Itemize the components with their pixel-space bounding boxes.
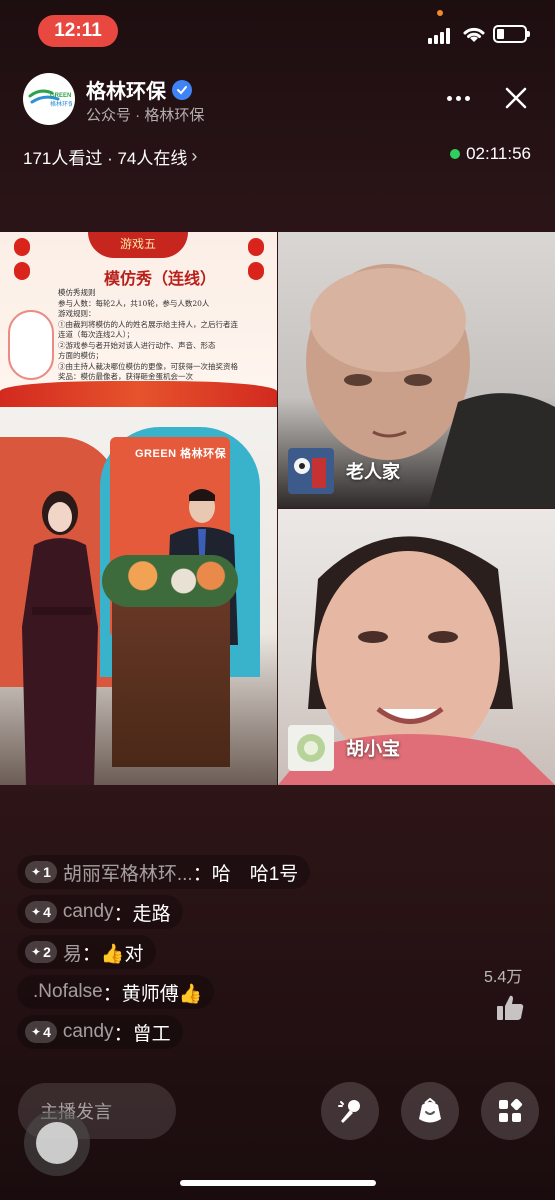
live-timer: 02:11:56 [450,144,531,164]
main-video-tile[interactable]: 游戏五 模仿秀（连线） 模仿秀规则 参与人数：每轮2人，共10轮，参与人数20人… [0,232,277,785]
comment-feed[interactable]: ✦ 1 胡丽军格林环...： 哈 哈1号 ✦ 4 candy： 走路 ✦ 2 易： 👍… [17,855,437,1055]
flower-arrangement [102,555,238,607]
battery-icon [493,25,530,43]
apps-icon [499,1098,523,1122]
channel-name: 格林环保 [86,81,166,103]
live-duration: 02:11:56 [466,144,531,163]
star-icon: ✦ [31,865,42,879]
participant-2-name: 胡小宝 [346,739,400,759]
more-options-button[interactable] [442,84,474,112]
user-level-badge: ✦ 4 [25,901,57,923]
status-time: 12:11 [38,15,118,47]
comment-text: 黄师傅👍 [121,983,203,1005]
wifi-icon [463,27,485,42]
live-status-dot [450,149,461,159]
live-header: GREEN 格林环保 格林环保 公众号 · 格林环保 [0,68,555,132]
microphone-icon [338,1100,360,1123]
star-icon: ✦ [31,905,42,919]
participant-tile-1[interactable]: 老人家 [278,232,555,508]
chevron-right-icon: › [191,146,198,166]
comment-item[interactable]: .Nofalse： 黄师傅👍 [17,975,215,1009]
comment-user[interactable]: .Nofalse [33,981,103,1003]
slide-wave-decoration [0,381,277,407]
stage-camera-feed: GREEN 格林环保 [0,407,277,785]
comment-item[interactable]: ✦ 2 易： 👍对 [17,935,156,969]
rabbit-illustration [8,310,54,380]
comment-item[interactable]: ✦ 4 candy： 走路 [17,895,183,929]
verified-badge-icon [172,79,192,100]
channel-logo[interactable]: GREEN 格林环保 [23,73,75,125]
logo-text: GREEN [50,93,71,99]
shared-slide: 游戏五 模仿秀（连线） 模仿秀规则 参与人数：每轮2人，共10轮，参与人数20人… [0,232,277,407]
user-level-badge: ✦ 1 [25,861,57,883]
cellular-signal-icon [428,26,454,44]
comment-text: 走路 [132,903,171,925]
comment-text: 哈 哈1号 [211,863,299,885]
participant-tile-2[interactable]: 胡小宝 [278,509,555,785]
viewer-stats-text: 171人看过 · 74人在线 [23,149,188,168]
microphone-button[interactable] [321,1082,379,1140]
star-icon: ✦ [31,945,42,959]
apps-button[interactable] [481,1082,539,1140]
home-indicator[interactable] [180,1180,376,1186]
user-level-badge: ✦ 2 [25,941,57,963]
user-level-badge: ✦ 4 [25,1021,57,1043]
stage-board-text: GREEN 格林环保 [135,448,227,460]
host-woman-figure [22,491,98,785]
slide-body: 模仿秀规则 参与人数：每轮2人，共10轮，参与人数20人 游戏规则： ①由裁判将… [58,288,238,381]
star-icon: ✦ [31,1025,42,1039]
gift-button[interactable] [401,1082,459,1140]
video-grid: 游戏五 模仿秀（连线） 模仿秀规则 参与人数：每轮2人，共10轮，参与人数20人… [0,232,555,785]
more-icon [446,95,452,101]
participant-1-avatar [288,448,334,494]
slide-banner: 游戏五 [88,232,188,258]
slide-title: 模仿秀（连线） [103,269,216,288]
like-count: 5.4万 [484,969,523,986]
comment-item[interactable]: ✦ 4 candy： 曾工 [17,1015,183,1049]
close-icon [505,87,527,109]
privacy-indicator-dot [437,10,443,16]
status-bar: 12:11 [0,0,555,64]
lantern-decoration [14,238,30,256]
comment-user[interactable]: 胡丽军格林环... [63,859,193,886]
comment-user[interactable]: 易 [63,939,82,966]
comment-text: 曾工 [132,1023,171,1045]
participant-2-avatar [288,725,334,771]
comment-text: 👍对 [100,943,144,965]
close-button[interactable] [500,82,532,114]
comment-item[interactable]: ✦ 1 胡丽军格林环...： 哈 哈1号 [17,855,311,889]
participant-1-name: 老人家 [346,462,400,482]
comment-user[interactable]: candy [63,901,114,923]
like-button[interactable] [495,993,525,1023]
viewer-stats-link[interactable]: 171人看过 · 74人在线 › [23,144,197,169]
channel-name-row[interactable]: 格林环保 [86,75,192,104]
channel-subtitle: 公众号 · 格林环保 [86,107,205,124]
logo-subtext: 格林环保 [50,100,72,108]
thumbs-up-icon [497,995,524,1020]
gift-bag-icon [419,1097,441,1123]
participant-2-label: 胡小宝 [288,725,400,771]
green-logo-icon: GREEN 格林环保 [28,89,72,108]
comment-user[interactable]: candy [63,1021,114,1043]
participant-1-label: 老人家 [288,448,400,494]
assistive-touch-button[interactable] [24,1110,90,1176]
